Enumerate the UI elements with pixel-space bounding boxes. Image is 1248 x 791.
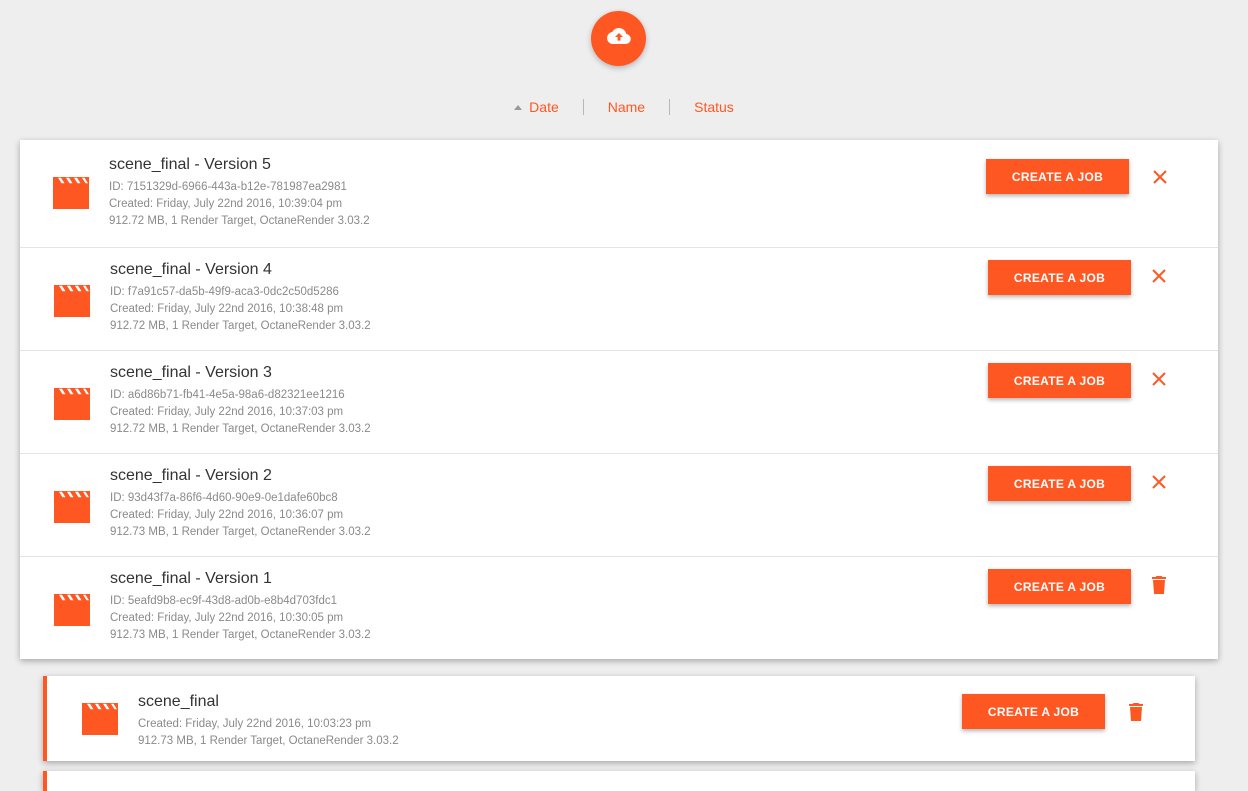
clapperboard-icon	[81, 703, 119, 740]
created-date: Created: Friday, July 22nd 2016, 10:30:0…	[110, 612, 344, 624]
version-id: ID: a6d86b71-fb41-4e5a-98a6-d82321ee1216	[110, 389, 345, 401]
created-date: Created: Friday, July 22nd 2016, 10:38:4…	[110, 303, 344, 315]
version-title: scene_final - Version 4	[110, 261, 272, 278]
clapperboard-icon	[53, 388, 91, 425]
next-scene-card	[43, 771, 1195, 791]
version-title: scene_final - Version 1	[110, 570, 272, 587]
sort-bar: Date Name Status	[0, 99, 1248, 115]
sort-label: Name	[607, 99, 646, 115]
create-job-button[interactable]: CREATE A JOB	[988, 260, 1131, 295]
sort-by-status[interactable]: Status	[670, 99, 758, 115]
file-details: 912.73 MB, 1 Render Target, OctaneRender…	[110, 526, 371, 538]
file-details: 912.72 MB, 1 Render Target, OctaneRender…	[110, 423, 371, 435]
close-icon[interactable]	[1148, 471, 1170, 493]
version-id: ID: f7a91c57-da5b-49f9-aca3-0dc2c50d5286	[110, 286, 339, 298]
clapperboard-icon	[53, 491, 91, 528]
version-title: scene_final - Version 5	[109, 156, 271, 173]
created-date: Created: Friday, July 22nd 2016, 10:36:0…	[110, 509, 344, 521]
version-row: scene_final - Version 3 ID: a6d86b71-fb4…	[20, 350, 1218, 453]
sort-ascending-icon	[514, 104, 523, 110]
file-details: 912.72 MB, 1 Render Target, OctaneRender…	[110, 320, 371, 332]
version-title: scene_final - Version 2	[110, 467, 272, 484]
version-title: scene_final - Version 3	[110, 364, 272, 381]
create-job-button[interactable]: CREATE A JOB	[988, 569, 1131, 604]
upload-button[interactable]	[591, 11, 646, 66]
version-row: scene_final - Version 5 ID: 7151329d-696…	[20, 140, 1218, 247]
version-id: ID: 93d43f7a-86f6-4d60-90e9-0e1dafe60bc8	[110, 492, 338, 504]
scene-title: scene_final	[138, 693, 219, 710]
create-job-button[interactable]: CREATE A JOB	[986, 159, 1129, 194]
sort-by-name[interactable]: Name	[584, 99, 669, 115]
version-row: scene_final - Version 4 ID: f7a91c57-da5…	[20, 247, 1218, 350]
file-details: 912.73 MB, 1 Render Target, OctaneRender…	[110, 629, 371, 641]
version-row: scene_final - Version 2 ID: 93d43f7a-86f…	[20, 453, 1218, 556]
sort-label: Status	[694, 99, 734, 115]
created-date: Created: Friday, July 22nd 2016, 10:03:2…	[138, 718, 372, 730]
versions-card: scene_final - Version 5 ID: 7151329d-696…	[20, 140, 1218, 659]
created-date: Created: Friday, July 22nd 2016, 10:37:0…	[110, 406, 344, 418]
sort-by-date[interactable]: Date	[490, 99, 583, 115]
create-job-button[interactable]: CREATE A JOB	[988, 466, 1131, 501]
clapperboard-icon	[53, 594, 91, 631]
file-details: 912.72 MB, 1 Render Target, OctaneRender…	[109, 215, 370, 227]
version-id: ID: 7151329d-6966-443a-b12e-781987ea2981	[109, 181, 347, 193]
trash-icon[interactable]	[1125, 701, 1147, 723]
trash-icon[interactable]	[1148, 574, 1170, 596]
version-id: ID: 5eafd9b8-ec9f-43d8-ad0b-e8b4d703fdc1	[110, 595, 337, 607]
file-details: 912.73 MB, 1 Render Target, OctaneRender…	[138, 735, 399, 747]
clapperboard-icon	[52, 177, 90, 214]
version-row: scene_final - Version 1 ID: 5eafd9b8-ec9…	[20, 556, 1218, 659]
close-icon[interactable]	[1149, 166, 1171, 188]
created-date: Created: Friday, July 22nd 2016, 10:39:0…	[109, 198, 343, 210]
scene-card: scene_final Created: Friday, July 22nd 2…	[43, 676, 1195, 761]
clapperboard-icon	[53, 285, 91, 322]
close-icon[interactable]	[1148, 368, 1170, 390]
close-icon[interactable]	[1148, 265, 1170, 287]
create-job-button[interactable]: CREATE A JOB	[988, 363, 1131, 398]
sort-label: Date	[529, 99, 559, 115]
cloud-upload-icon	[606, 27, 631, 50]
create-job-button[interactable]: CREATE A JOB	[962, 694, 1105, 729]
